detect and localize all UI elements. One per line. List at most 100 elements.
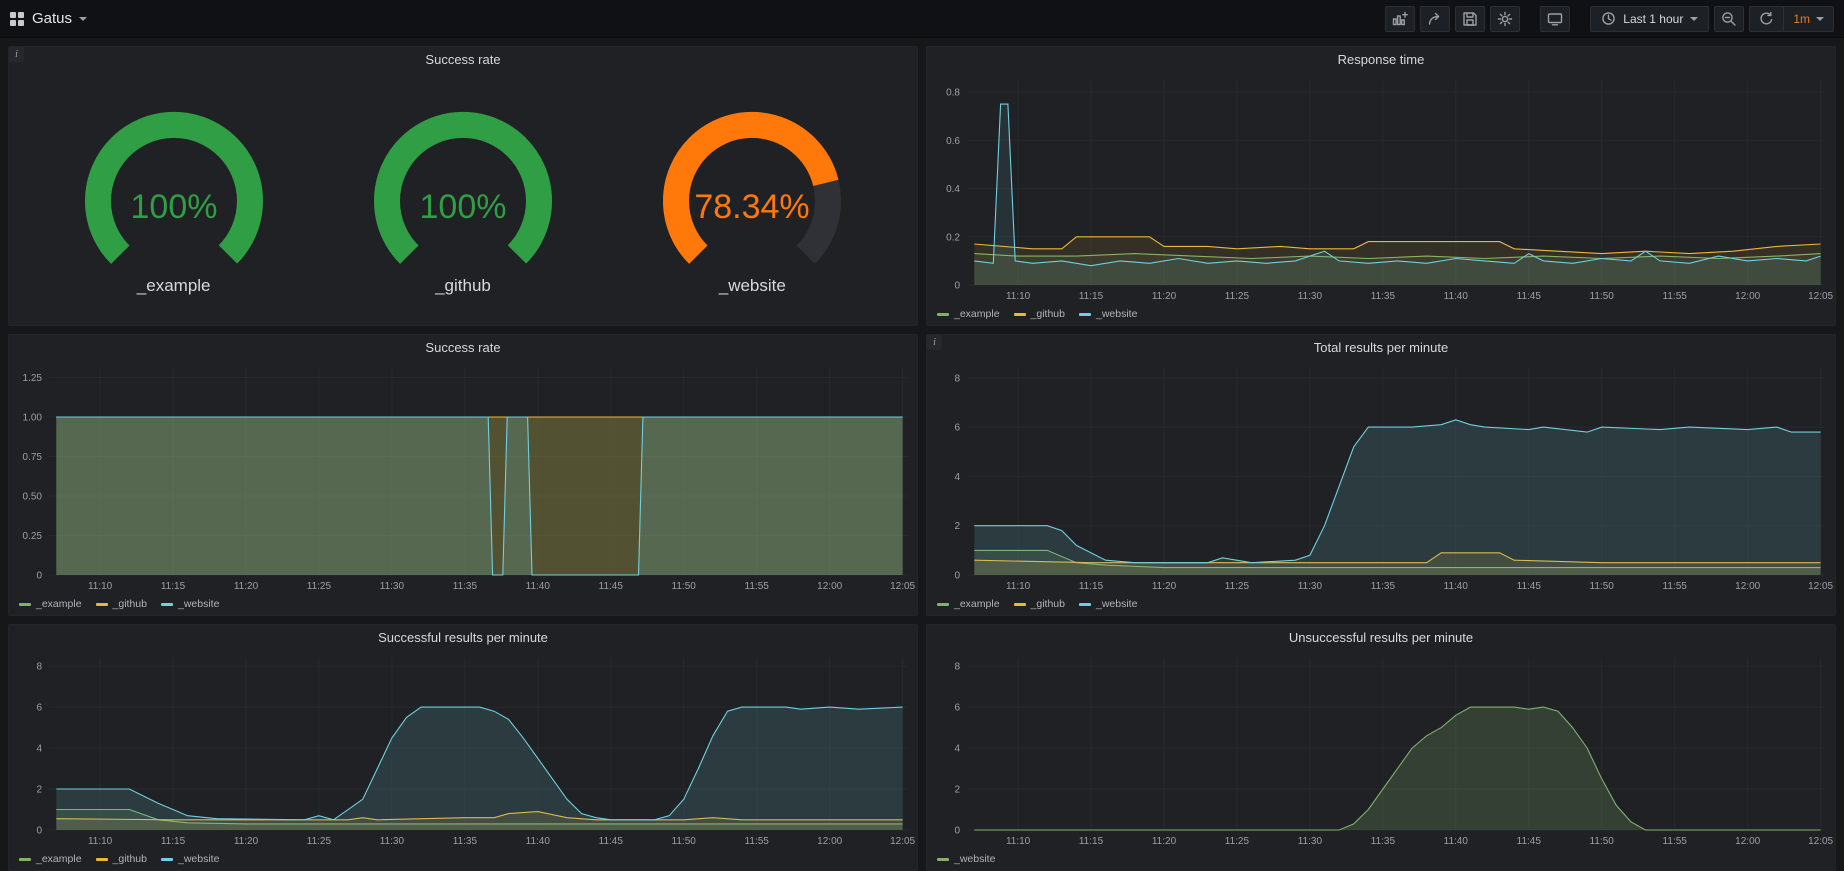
zoom-out-time-button[interactable] <box>1714 6 1744 32</box>
refresh-interval-dropdown[interactable]: 1m <box>1783 7 1833 31</box>
svg-text:0: 0 <box>954 281 960 292</box>
svg-text:11:10: 11:10 <box>88 836 113 847</box>
legend-item[interactable]: _example <box>19 598 82 610</box>
refresh-icon <box>1759 11 1774 26</box>
panel-title[interactable]: Total results per minute <box>927 335 1835 360</box>
chart-legend: _website <box>927 850 1835 870</box>
svg-text:1.00: 1.00 <box>23 413 43 424</box>
svg-text:11:50: 11:50 <box>1590 291 1615 302</box>
caret-down-icon <box>1690 17 1698 21</box>
share-icon <box>1427 11 1443 27</box>
legend-item[interactable]: _website <box>1079 308 1137 320</box>
save-dashboard-button[interactable] <box>1455 6 1485 32</box>
svg-text:0.8: 0.8 <box>946 88 960 99</box>
svg-text:12:00: 12:00 <box>1735 836 1760 847</box>
svg-text:11:30: 11:30 <box>380 836 405 847</box>
panel-title[interactable]: Response time <box>927 47 1835 72</box>
svg-text:0: 0 <box>36 571 42 582</box>
svg-text:11:55: 11:55 <box>745 581 770 592</box>
panel-title[interactable]: Success rate <box>9 47 917 72</box>
panel-title[interactable]: Success rate <box>9 335 917 360</box>
successful-results-chart[interactable]: 0246811:1011:1511:2011:2511:3011:3511:40… <box>9 650 917 850</box>
dashboard-settings-button[interactable] <box>1490 6 1520 32</box>
svg-text:11:35: 11:35 <box>1371 581 1396 592</box>
panel-unsuccessful-results: Unsuccessful results per minute 0246811:… <box>926 624 1836 871</box>
panel-success-rate-line: Success rate 00.250.500.751.001.2511:101… <box>8 334 918 616</box>
dashboard-title-dropdown[interactable]: Gatus <box>32 10 87 27</box>
dashboard-grid-icon[interactable] <box>10 12 24 26</box>
legend-item[interactable]: _example <box>937 308 1000 320</box>
gauge-_example: 100% _example <box>54 106 294 296</box>
legend-item[interactable]: _github <box>1014 598 1065 610</box>
legend-item[interactable]: _website <box>937 853 995 865</box>
gauge-label: _website <box>719 276 786 296</box>
svg-text:11:50: 11:50 <box>672 581 697 592</box>
svg-text:11:30: 11:30 <box>1298 836 1323 847</box>
legend-item[interactable]: _website <box>1079 598 1137 610</box>
time-range-picker[interactable]: Last 1 hour <box>1590 6 1709 32</box>
top-navbar: Gatus <box>0 0 1844 38</box>
svg-text:11:15: 11:15 <box>161 581 186 592</box>
legend-item[interactable]: _example <box>937 598 1000 610</box>
legend-item[interactable]: _github <box>1014 308 1065 320</box>
svg-text:11:40: 11:40 <box>526 836 551 847</box>
share-dashboard-button[interactable] <box>1420 6 1450 32</box>
svg-text:4: 4 <box>954 472 960 483</box>
gauge-_github: 100% _github <box>343 106 583 296</box>
svg-text:11:45: 11:45 <box>1517 291 1542 302</box>
svg-text:0.2: 0.2 <box>946 232 960 243</box>
svg-text:11:35: 11:35 <box>453 836 478 847</box>
svg-text:11:30: 11:30 <box>1298 291 1323 302</box>
dashboard-grid: i Success rate 100% _example 100% _githu… <box>0 38 1844 871</box>
cycle-view-mode-button[interactable] <box>1540 6 1570 32</box>
panel-total-results: i Total results per minute 0246811:1011:… <box>926 334 1836 616</box>
response-time-chart[interactable]: 00.20.40.60.811:1011:1511:2011:2511:3011… <box>927 72 1835 305</box>
svg-text:12:05: 12:05 <box>1808 836 1833 847</box>
svg-text:11:45: 11:45 <box>1517 836 1542 847</box>
total-results-chart[interactable]: 0246811:1011:1511:2011:2511:3011:3511:40… <box>927 360 1835 595</box>
svg-text:11:40: 11:40 <box>1444 836 1469 847</box>
svg-text:11:35: 11:35 <box>453 581 478 592</box>
svg-text:11:55: 11:55 <box>1663 291 1688 302</box>
panel-info-icon[interactable]: i <box>9 47 24 62</box>
legend-item[interactable]: _example <box>19 853 82 865</box>
svg-text:12:05: 12:05 <box>890 836 915 847</box>
gauge-label: _github <box>435 276 491 296</box>
add-panel-icon <box>1392 11 1408 27</box>
legend-item[interactable]: _website <box>161 853 219 865</box>
svg-text:6: 6 <box>954 703 960 714</box>
chart-legend: _example _github _website <box>927 595 1835 615</box>
svg-text:11:15: 11:15 <box>1079 581 1104 592</box>
svg-text:11:55: 11:55 <box>1663 836 1688 847</box>
svg-text:11:25: 11:25 <box>307 836 332 847</box>
gauge-_website: 78.34% _website <box>632 106 872 296</box>
gauge-value: 100% <box>420 188 507 226</box>
tv-monitor-icon <box>1547 11 1563 27</box>
legend-item[interactable]: _github <box>96 598 147 610</box>
panel-response-time: Response time 00.20.40.60.811:1011:1511:… <box>926 46 1836 326</box>
success-rate-chart[interactable]: 00.250.500.751.001.2511:1011:1511:2011:2… <box>9 360 917 595</box>
panel-success-rate-gauges: i Success rate 100% _example 100% _githu… <box>8 46 918 326</box>
add-panel-button[interactable] <box>1385 6 1415 32</box>
legend-item[interactable]: _github <box>96 853 147 865</box>
svg-text:0.25: 0.25 <box>23 531 43 542</box>
svg-text:6: 6 <box>36 703 42 714</box>
panel-title[interactable]: Unsuccessful results per minute <box>927 625 1835 650</box>
svg-text:11:50: 11:50 <box>1590 836 1615 847</box>
panel-info-icon[interactable]: i <box>927 335 942 350</box>
svg-text:11:40: 11:40 <box>526 581 551 592</box>
svg-text:12:00: 12:00 <box>817 836 842 847</box>
chart-legend: _example _github _website <box>9 595 917 615</box>
unsuccessful-results-chart[interactable]: 0246811:1011:1511:2011:2511:3011:3511:40… <box>927 650 1835 850</box>
legend-item[interactable]: _website <box>161 598 219 610</box>
gauge-arc: 100% <box>343 106 583 274</box>
svg-text:11:10: 11:10 <box>1006 836 1031 847</box>
panel-title[interactable]: Successful results per minute <box>9 625 917 650</box>
caret-down-icon <box>1816 17 1824 21</box>
svg-text:12:00: 12:00 <box>817 581 842 592</box>
svg-text:12:05: 12:05 <box>890 581 915 592</box>
refresh-now-button[interactable] <box>1750 7 1783 31</box>
svg-text:11:45: 11:45 <box>1517 581 1542 592</box>
svg-text:0: 0 <box>954 571 960 582</box>
dashboard-title: Gatus <box>32 10 72 27</box>
